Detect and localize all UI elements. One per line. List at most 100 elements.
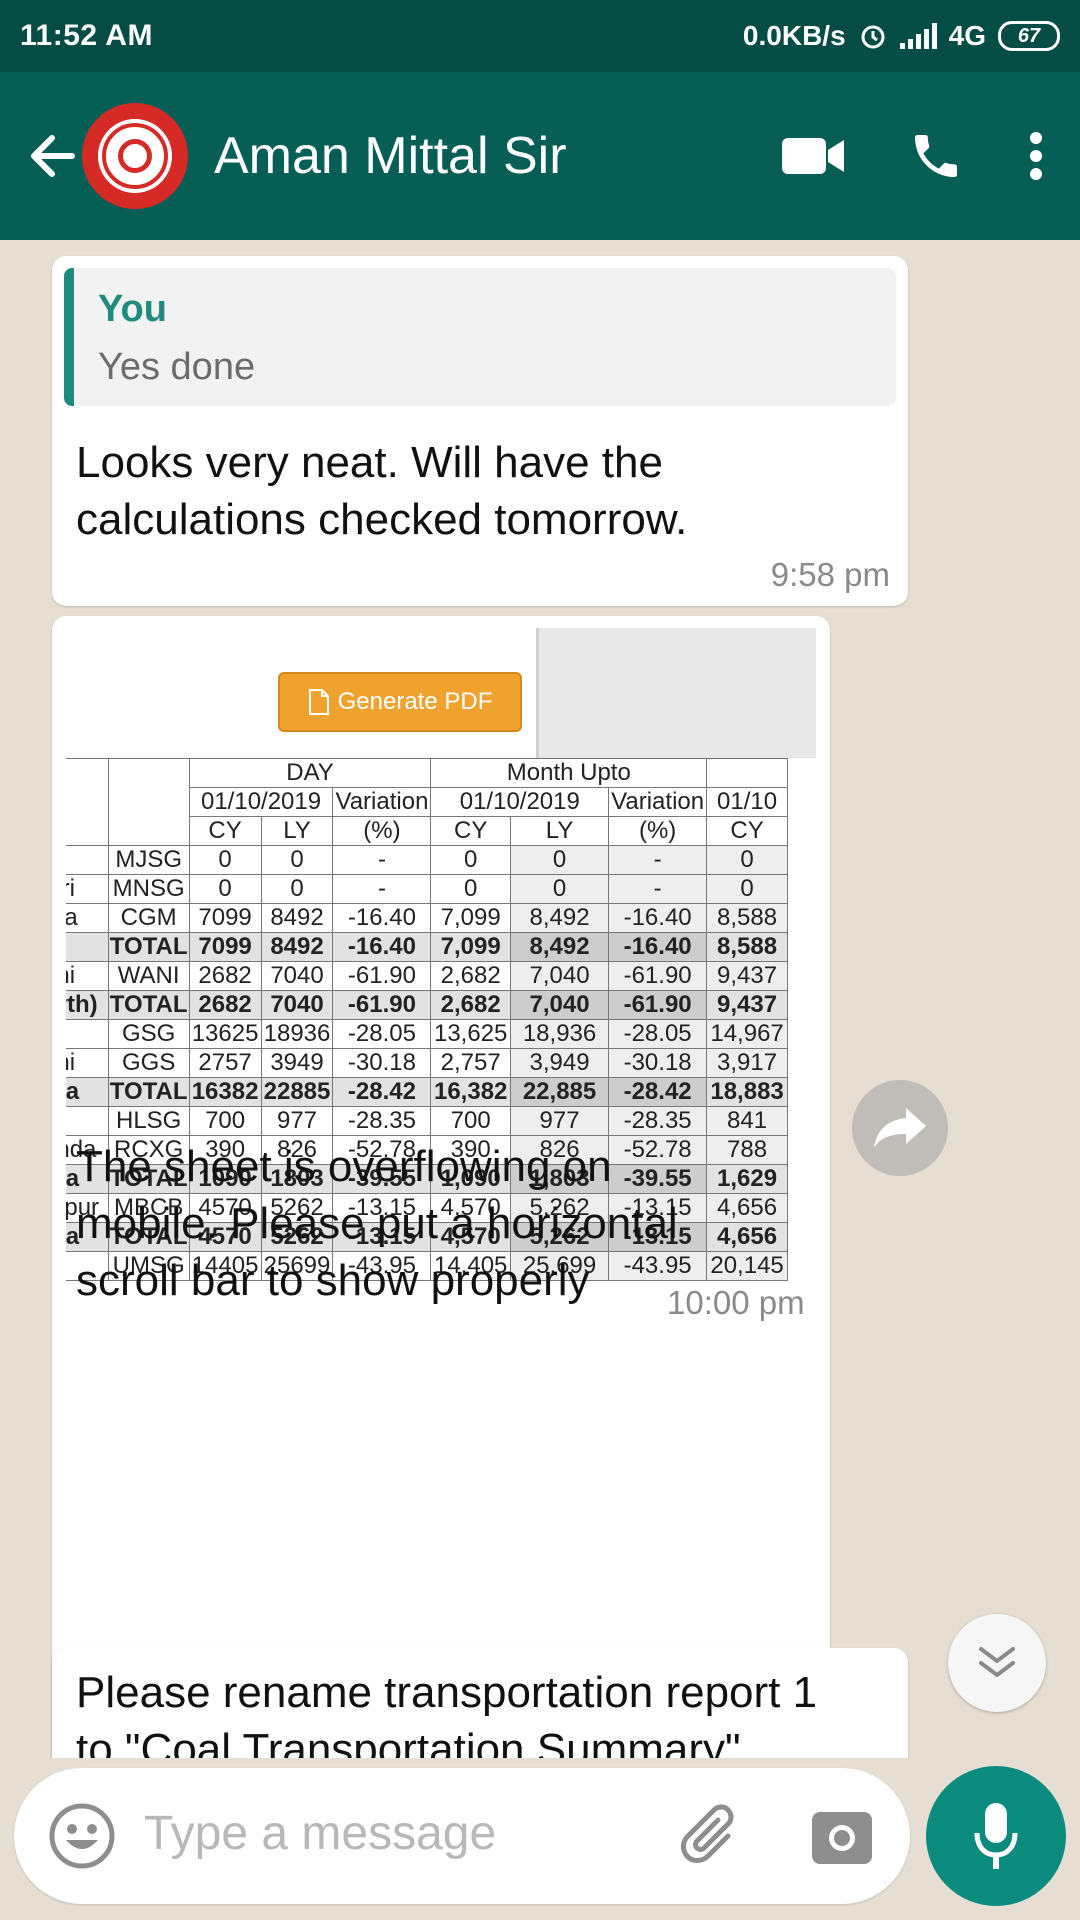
- table-cell: -28.05: [608, 1019, 708, 1049]
- message-text: Looks very neat. Will have the calculati…: [76, 434, 687, 548]
- table-cell: -: [332, 874, 432, 904]
- message-time: 10:00 pm: [667, 1284, 805, 1321]
- table-header-cell: Variation: [608, 787, 708, 817]
- table-cell: TOTAL: [107, 1077, 190, 1107]
- alarm-icon: [861, 25, 885, 49]
- table-cell: -30.18: [332, 1048, 432, 1078]
- table-header-cell: CY: [706, 816, 788, 846]
- table-cell: -16.40: [608, 903, 708, 933]
- table-cell: 0: [509, 845, 610, 875]
- table-row: GSG 13625 18936 -28.05 13,625 18,936 -28.05 14,…: [66, 1019, 788, 1049]
- message-line: Please rename transportation report 1: [76, 1668, 818, 1717]
- table-header-cell: (%): [608, 816, 708, 846]
- table-header-cell: (%): [332, 816, 432, 846]
- message-line: calculations checked tomorrow.: [76, 495, 688, 544]
- table-cell: 4,656: [706, 1222, 788, 1252]
- message-input-bar: Type a message: [14, 1768, 910, 1904]
- table-cell: 1,629: [706, 1164, 788, 1194]
- table-cell: 700: [188, 1106, 262, 1136]
- status-bar: 11:52 AM 0.0KB/s 4G 67: [0, 0, 1080, 72]
- message-line: scroll bar to show properly: [76, 1256, 590, 1305]
- railway-logo-icon: [102, 123, 168, 189]
- table-cell: 700: [430, 1106, 511, 1136]
- table-cell: 13625: [188, 1019, 262, 1049]
- table-cell: 8,588: [706, 932, 788, 962]
- table-cell: 3,917: [706, 1048, 788, 1078]
- message-bubble[interactable]: Please rename transportation report 1 to…: [52, 1648, 908, 1758]
- table-cell: MJSG: [107, 845, 190, 875]
- table-cell: 0: [706, 845, 788, 875]
- table-cell: 0: [430, 874, 511, 904]
- phone-icon[interactable]: [908, 128, 964, 184]
- emoji-icon[interactable]: [48, 1802, 116, 1870]
- table-header-cell: Month Upto: [430, 758, 708, 788]
- table-cell: -61.90: [332, 961, 432, 991]
- table-cell: rea: [66, 1077, 109, 1107]
- table-cell: 16,382: [430, 1077, 511, 1107]
- camera-icon[interactable]: [810, 1804, 874, 1868]
- table-cell: ajri: [66, 874, 109, 904]
- table-cell: [66, 932, 109, 962]
- table-cell: 3949: [260, 1048, 334, 1078]
- message-input[interactable]: Type a message: [144, 1806, 496, 1861]
- table-header-cell: 01/10: [706, 787, 788, 817]
- table-cell: 0: [260, 874, 334, 904]
- chat-area[interactable]: You Yes done Looks very neat. Will have …: [0, 240, 1080, 1758]
- table-row: HLSG 700 977 -28.35 700 977 -28.35 841: [66, 1106, 788, 1136]
- quote-author: You: [98, 288, 167, 330]
- table-cell: WANI: [107, 961, 190, 991]
- table-cell: -: [608, 874, 708, 904]
- video-call-icon[interactable]: [782, 136, 844, 176]
- table-cell: -16.40: [332, 932, 432, 962]
- header-actions: [782, 128, 1044, 184]
- message-line: Looks very neat. Will have the: [76, 438, 663, 487]
- table-cell: rea: [66, 903, 109, 933]
- table-header-cell: [706, 758, 788, 788]
- table-cell: 2,682: [430, 961, 511, 991]
- table-header-cell: [66, 758, 109, 846]
- table-row: ajriMNSG00-00-0: [66, 874, 788, 904]
- back-arrow-icon[interactable]: [22, 126, 82, 186]
- table-cell: ani: [66, 961, 109, 991]
- table-cell: 2682: [188, 961, 262, 991]
- table-cell: -: [608, 845, 708, 875]
- table-row: reaCGM70998492-16.407,0998,492-16.408,58…: [66, 903, 788, 933]
- table-header-cell: Variation: [332, 787, 432, 817]
- table-cell: 16382: [188, 1077, 262, 1107]
- quoted-reply[interactable]: You Yes done: [64, 268, 896, 406]
- table-cell: TOTAL: [107, 990, 190, 1020]
- table-cell: 2757: [188, 1048, 262, 1078]
- table-cell: 0: [706, 874, 788, 904]
- scroll-to-bottom-button[interactable]: [948, 1614, 1046, 1712]
- table-cell: MNSG: [107, 874, 190, 904]
- avatar[interactable]: [82, 103, 188, 209]
- table-header-cell: 01/10/2019: [430, 787, 610, 817]
- table-cell: -16.40: [332, 903, 432, 933]
- table-cell: [66, 845, 109, 875]
- table-cell: 977: [260, 1106, 334, 1136]
- table-cell: 0: [188, 845, 262, 875]
- signal-icon: [899, 23, 937, 49]
- table-cell: -28.05: [332, 1019, 432, 1049]
- message-text: The sheet is overflowing on mobile. Plea…: [76, 1138, 678, 1309]
- attach-icon[interactable]: [678, 1802, 748, 1872]
- message-bubble[interactable]: You Yes done Looks very neat. Will have …: [52, 256, 908, 606]
- status-right: 0.0KB/s 4G 67: [743, 20, 1060, 52]
- table-cell: 8,492: [509, 903, 610, 933]
- status-time: 11:52 AM: [20, 19, 153, 52]
- table-header-cell: 01/10/2019: [188, 787, 334, 817]
- table-cell: TOTAL: [107, 932, 190, 962]
- mic-button[interactable]: [926, 1766, 1066, 1906]
- table-header-cell: CY: [188, 816, 262, 846]
- table-cell: 13,625: [430, 1019, 511, 1049]
- table-cell: 7040: [260, 961, 334, 991]
- table-cell: 22,885: [509, 1077, 610, 1107]
- forward-icon[interactable]: [852, 1080, 948, 1176]
- table-cell: 9,437: [706, 990, 788, 1020]
- more-vert-icon[interactable]: [1028, 131, 1044, 181]
- message-line: The sheet is overflowing on: [76, 1142, 612, 1191]
- contact-name[interactable]: Aman Mittal Sir: [214, 126, 567, 186]
- double-chevron-down-icon: [979, 1647, 1015, 1677]
- table-cell: 7,099: [430, 903, 511, 933]
- table-cell: -30.18: [608, 1048, 708, 1078]
